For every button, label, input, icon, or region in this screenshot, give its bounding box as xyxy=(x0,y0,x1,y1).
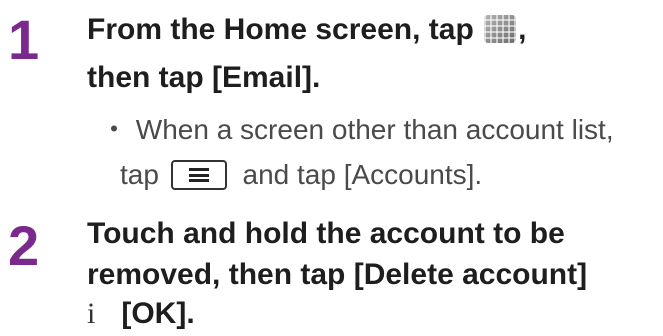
step-2-line-3: i [OK]. xyxy=(87,292,195,336)
step-number-2: 2 xyxy=(8,214,40,277)
step-1-note-tap: tap xyxy=(120,159,159,190)
step-1-line-2: then tap [Email]. xyxy=(87,61,321,94)
menu-key-icon xyxy=(170,160,227,190)
step-1-note-accounts: and tap [Accounts]. xyxy=(242,159,483,190)
step-number-1: 1 xyxy=(8,8,40,71)
step-2-ok: [OK]. xyxy=(121,297,195,330)
step-1-line-1-text: From the Home screen, tap xyxy=(87,13,474,46)
step-1-line-1-comma: , xyxy=(518,13,527,46)
step-2-line-1: Touch and hold the account to be xyxy=(87,217,565,250)
step-1-note-line-2: tap and tap [Accounts]. xyxy=(120,153,482,197)
step-2-line-2: removed, then tap [Delete account] xyxy=(87,258,588,291)
apps-grid-icon xyxy=(484,15,517,43)
step-2-arrow-glyph: i xyxy=(87,297,96,330)
step-1-line-1: From the Home screen, tap , xyxy=(87,8,526,52)
step-1-note-line-1: ・ When a screen other than account list, xyxy=(100,114,614,145)
